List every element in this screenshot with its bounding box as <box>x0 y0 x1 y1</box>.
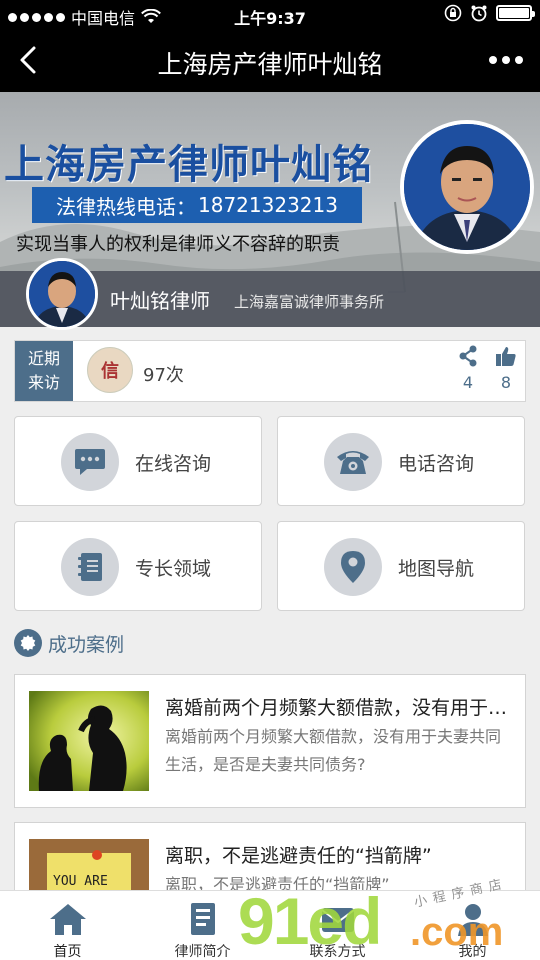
banner-title: 上海房产律师叶灿铭 <box>4 141 373 188</box>
law-firm-name: 上海嘉富诚律师事务所 <box>234 293 385 311</box>
visits-count: 97次 <box>143 365 184 386</box>
case-title: 离职，不是逃避责任的“挡箭牌” <box>165 845 432 867</box>
visitor-avatar[interactable]: 信 <box>87 347 133 393</box>
telephone-icon <box>337 451 369 474</box>
online-consult-button[interactable]: 在线咨询 <box>14 416 262 506</box>
page-title: 上海房产律师叶灿铭 <box>157 50 383 79</box>
tab-contact-label: 联系方式 <box>309 944 366 960</box>
more-button[interactable] <box>484 45 528 75</box>
alarm-icon <box>471 5 487 22</box>
document-icon <box>182 899 224 939</box>
user-icon <box>452 899 494 939</box>
more-dots-icon <box>489 56 497 64</box>
case-description: 离职，不是逃避责任的“挡箭牌” <box>165 875 390 892</box>
map-pin-icon <box>341 551 365 583</box>
hotline-box[interactable]: 法律热线电话： 18721323213 <box>32 187 362 223</box>
like-count: 8 <box>500 373 512 392</box>
case-list-item[interactable]: YOU ARE 离职，不是逃避责任的“挡箭牌” 离职，不是逃避责任的“挡箭牌” <box>14 822 526 892</box>
case-thumbnail-image <box>29 691 149 791</box>
hotline-label: 法律热线电话： <box>56 194 196 219</box>
map-navigation-button[interactable]: 地图导航 <box>277 521 525 611</box>
case-thumb-text: YOU ARE <box>53 874 108 889</box>
recent-visits-label: 近期 来访 <box>15 341 73 401</box>
icon-circle <box>61 538 119 596</box>
phone-consult-button[interactable]: 电话咨询 <box>277 416 525 506</box>
icon-circle <box>61 433 119 491</box>
avatar-image <box>29 261 95 327</box>
icon-circle <box>324 538 382 596</box>
banner-motto: 实现当事人的权利是律师义不容辞的职责 <box>16 234 340 255</box>
portrait-image <box>404 124 530 250</box>
contact-icon <box>317 899 359 939</box>
battery-icon <box>496 5 535 21</box>
tab-contact[interactable]: 联系方式 <box>270 891 405 960</box>
bottom-tab-bar: 首页 律师简介 联系方式 我的 <box>0 890 540 960</box>
cases-section-title: 成功案例 <box>48 633 125 656</box>
status-bar: 中国电信 上午9:37 <box>0 0 540 30</box>
phone-consult-label: 电话咨询 <box>398 453 475 475</box>
share-count: 4 <box>462 373 474 392</box>
award-icon <box>14 629 42 657</box>
lawyer-portrait <box>400 120 534 254</box>
cases-section-header: 成功案例 <box>14 628 124 658</box>
tab-home-label: 首页 <box>53 944 82 960</box>
hotline-number: 18721323213 <box>198 193 338 217</box>
share-icon <box>459 345 477 367</box>
status-right <box>444 4 535 22</box>
visitor-avatar-text: 信 <box>101 361 119 382</box>
nav-bar: 上海房产律师叶灿铭 <box>0 30 540 92</box>
tab-home[interactable]: 首页 <box>0 891 135 960</box>
case-title: 离婚前两个月频繁大额借款，没有用于夫妻共同生活，是否是夫妻共同债务？ <box>165 697 515 719</box>
expertise-button[interactable]: 专长领域 <box>14 521 262 611</box>
tab-lawyer-profile[interactable]: 律师简介 <box>135 891 270 960</box>
lawyer-avatar[interactable] <box>26 258 98 330</box>
tab-mine[interactable]: 我的 <box>405 891 540 960</box>
case-thumbnail: YOU ARE <box>29 839 149 891</box>
online-consult-label: 在线咨询 <box>135 453 212 475</box>
tab-mine-label: 我的 <box>458 944 487 960</box>
case-list-item[interactable]: 离婚前两个月频繁大额借款，没有用于夫妻共同生活，是否是夫妻共同债务？ 离婚前两个… <box>14 674 526 808</box>
icon-circle <box>324 433 382 491</box>
map-navigation-label: 地图导航 <box>398 558 475 580</box>
case-thumbnail <box>29 691 149 791</box>
like-button[interactable]: 8 <box>491 345 521 392</box>
notebook-icon <box>78 553 102 581</box>
case-description: 离婚前两个月频繁大额借款，没有用于夫妻共同生活，是否是夫妻共同债务? <box>165 727 502 774</box>
case-thumbnail-image: YOU ARE <box>29 839 149 891</box>
share-button[interactable]: 4 <box>453 345 483 392</box>
home-icon <box>47 899 89 939</box>
visits-label-line2: 来访 <box>27 373 60 392</box>
lawyer-name: 叶灿铭律师 <box>110 289 210 313</box>
expertise-label: 专长领域 <box>135 558 212 580</box>
rotation-lock-icon <box>444 4 462 22</box>
chat-bubble-icon <box>75 449 105 475</box>
tab-lawyer-profile-label: 律师简介 <box>174 944 231 960</box>
recent-visits-card: 近期 来访 信 97次 4 8 <box>14 340 526 402</box>
visits-label-line1: 近期 <box>27 349 60 368</box>
thumbs-up-icon <box>496 347 516 366</box>
